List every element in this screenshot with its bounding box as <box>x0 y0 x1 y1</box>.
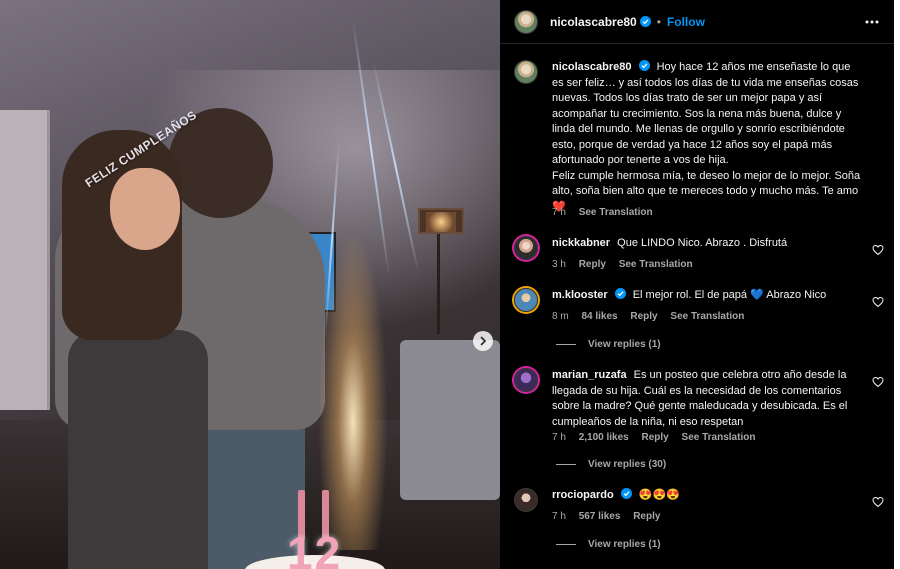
replies-divider <box>556 344 576 345</box>
more-options-icon[interactable] <box>864 14 880 30</box>
comment-item: m.klooster El mejor rol. El de papá 💙 Ab… <box>514 288 884 358</box>
cake-number: 12 <box>287 527 343 569</box>
view-replies-button[interactable]: View replies (30) <box>556 459 666 470</box>
comment-text: El mejor rol. El de papá <box>632 289 748 301</box>
comment-item: marian_ruzafa Es un posteo que celebra o… <box>514 368 884 473</box>
reply-button[interactable]: Reply <box>642 432 669 443</box>
caption-text: Feliz cumple hermosa mía, te deseo lo me… <box>552 169 861 198</box>
post-photo: FELIZ CUMPLEAÑOS 12 <box>0 0 500 569</box>
page-gutter <box>894 0 900 569</box>
avatar[interactable] <box>514 236 538 260</box>
heart-outline-icon[interactable] <box>872 244 884 256</box>
likes-count[interactable]: 567 likes <box>579 511 621 522</box>
blue-heart-emoji: 💙 <box>750 289 764 301</box>
post-header: nicolascabre80 • Follow <box>500 0 894 44</box>
comment-meta: 8 m 84 likes Reply See Translation <box>552 311 754 322</box>
verified-badge-icon <box>639 16 651 27</box>
heart-outline-icon[interactable] <box>872 296 884 308</box>
girl-dress <box>68 330 208 569</box>
comment-text: Abrazo Nico <box>766 289 827 301</box>
chevron-right-icon <box>480 336 487 346</box>
comment-item: rrociopardo 😍😍😍 7 h 567 likes Reply View… <box>514 488 884 558</box>
timestamp[interactable]: 8 m <box>552 311 569 322</box>
verified-badge-icon <box>620 488 632 499</box>
avatar[interactable] <box>514 9 538 34</box>
separator-dot: • <box>656 14 661 29</box>
comment-username[interactable]: m.klooster <box>552 289 608 301</box>
door <box>0 110 50 410</box>
caption-text: Hoy hace 12 años me enseñaste lo que es … <box>552 61 859 166</box>
comment-meta: 7 h 567 likes Reply <box>552 511 670 522</box>
likes-count[interactable]: 2,100 likes <box>579 432 629 443</box>
comments-panel: nicolascabre80 • Follow nicolascabre80 H… <box>500 0 894 569</box>
view-replies-button[interactable]: View replies (1) <box>556 339 661 350</box>
comment-body: m.klooster El mejor rol. El de papá 💙 Ab… <box>552 288 862 304</box>
heart-outline-icon[interactable] <box>872 376 884 388</box>
girl-face <box>110 168 180 250</box>
header-username[interactable]: nicolascabre80 <box>550 15 637 29</box>
see-translation-button[interactable]: See Translation <box>579 207 653 218</box>
caption-meta: 7 h See Translation <box>552 207 663 218</box>
couch <box>400 340 500 500</box>
comment-text: Que LINDO Nico. Abrazo . Disfrutá <box>617 237 788 249</box>
view-replies-button[interactable]: View replies (1) <box>556 539 661 550</box>
comment-body: nickkabner Que LINDO Nico. Abrazo . Disf… <box>552 236 862 252</box>
follow-button[interactable]: Follow <box>667 15 705 29</box>
reply-button[interactable]: Reply <box>633 511 660 522</box>
replies-divider <box>556 544 576 545</box>
avatar[interactable] <box>514 60 538 84</box>
heart-outline-icon[interactable] <box>872 496 884 508</box>
comment-meta: 7 h 2,100 likes Reply See Translation <box>552 432 765 443</box>
comment-body: rrociopardo 😍😍😍 <box>552 488 862 504</box>
reply-button[interactable]: Reply <box>579 259 606 270</box>
comment-item: nickkabner Que LINDO Nico. Abrazo . Disf… <box>514 236 884 276</box>
timestamp[interactable]: 7 h <box>552 207 566 218</box>
lamp-glow <box>426 212 456 232</box>
view-replies-label: View replies (30) <box>588 459 667 470</box>
timestamp[interactable]: 7 h <box>552 432 566 443</box>
avatar[interactable] <box>514 488 538 512</box>
view-replies-label: View replies (1) <box>588 539 661 550</box>
see-translation-button[interactable]: See Translation <box>682 432 756 443</box>
lamp-stand <box>437 234 440 334</box>
avatar[interactable] <box>514 288 538 312</box>
heart-eyes-emojis: 😍😍😍 <box>638 489 680 501</box>
reply-button[interactable]: Reply <box>630 311 657 322</box>
view-replies-label: View replies (1) <box>588 339 661 350</box>
see-translation-button[interactable]: See Translation <box>619 259 693 270</box>
caption-body: nicolascabre80 Hoy hace 12 años me enseñ… <box>552 60 862 215</box>
avatar[interactable] <box>514 368 538 392</box>
see-translation-button[interactable]: See Translation <box>670 311 744 322</box>
timestamp[interactable]: 3 h <box>552 259 566 270</box>
comment-meta: 3 h Reply See Translation <box>552 259 703 270</box>
comment-username[interactable]: rrociopardo <box>552 489 614 501</box>
caption-username[interactable]: nicolascabre80 <box>552 61 632 73</box>
comment-username[interactable]: nickkabner <box>552 237 610 249</box>
verified-badge-icon <box>638 60 650 71</box>
timestamp[interactable]: 7 h <box>552 511 566 522</box>
verified-badge-icon <box>614 288 626 299</box>
comment-username[interactable]: marian_ruzafa <box>552 369 627 381</box>
comment-body: marian_ruzafa Es un posteo que celebra o… <box>552 368 862 430</box>
likes-count[interactable]: 84 likes <box>581 311 617 322</box>
next-photo-button[interactable] <box>473 331 493 351</box>
replies-divider <box>556 464 576 465</box>
post-caption: nicolascabre80 Hoy hace 12 años me enseñ… <box>514 60 884 220</box>
